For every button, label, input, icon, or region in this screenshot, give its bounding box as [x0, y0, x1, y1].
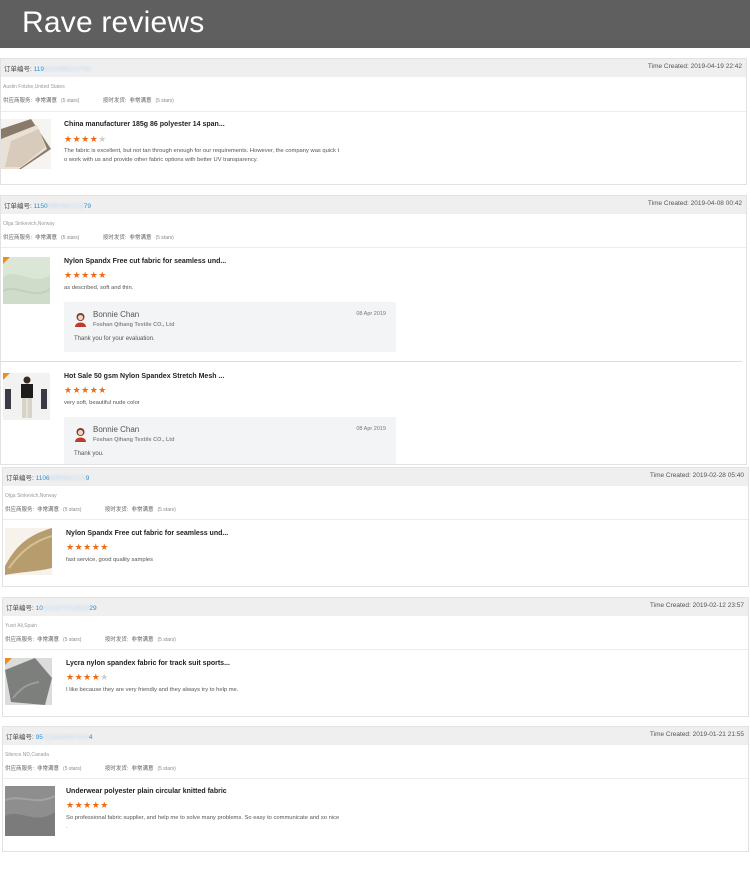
- rating-summary: 供应商服务: 非常满意 (5 stars) 按时发货: 非常满意 (5 stars): [3, 98, 174, 104]
- reply-author: Bonnie Chan: [93, 310, 140, 319]
- product-title-link[interactable]: Nylon Spandx Free cut fabric for seamles…: [66, 530, 228, 537]
- order-header: 订单编号: 110689808810289 Time Created: 2019…: [3, 468, 748, 486]
- review-text: as described, soft and thin.: [64, 285, 134, 291]
- page-title: Rave reviews: [22, 6, 205, 39]
- product-thumbnail[interactable]: [5, 786, 55, 836]
- buyer-name: Austin Fritzke,United States: [3, 84, 65, 90]
- rating-summary: 供应商服务: 非常满意 (5 stars) 按时发货: 非常满意 (5 stars): [5, 507, 176, 513]
- review-text: I like because they are very friendly an…: [66, 687, 239, 693]
- review-card: 订单编号: 9511186438578164 Time Created: 201…: [2, 726, 749, 852]
- product-thumbnail[interactable]: [1, 119, 51, 169]
- rating-summary: 供应商服务: 非常满意 (5 stars) 按时发货: 非常满意 (5 stars): [5, 637, 176, 643]
- rating-summary: 供应商服务: 非常满意 (5 stars) 按时发货: 非常满意 (5 stars): [3, 235, 174, 241]
- page-banner: Rave reviews: [0, 0, 750, 48]
- fabric-image-icon: [5, 786, 55, 836]
- time-created: Time Created: 2019-01-21 21:55: [649, 731, 744, 738]
- time-created: Time Created: 2019-04-08 00:42: [647, 200, 742, 207]
- order-number: 订单编号: 110689808810289: [6, 475, 90, 482]
- reply-date: 08 Apr 2019: [356, 426, 386, 432]
- order-number: 订单编号: 9511186438578164: [6, 734, 93, 741]
- fabric-image-icon: [5, 528, 52, 575]
- review-text: very soft, beautiful nude color: [64, 400, 140, 406]
- order-header: 订单编号: 1150898088102879 Time Created: 201…: [1, 196, 746, 214]
- buyer-name: Silence ND,Canada: [5, 752, 49, 758]
- order-id-link[interactable]: 10114187201853429: [36, 605, 97, 612]
- order-id-link[interactable]: 1150898088102879: [34, 203, 91, 210]
- review-text: So professional fabric supplier, and hel…: [66, 815, 340, 830]
- order-number: 订单编号: 10114187201853429: [6, 605, 97, 612]
- product-title-link[interactable]: Hot Sale 50 gsm Nylon Spandex Stretch Me…: [64, 373, 224, 380]
- model-image-icon: [3, 373, 50, 420]
- review-card: 订单编号: 1198013986112788 Time Created: 201…: [0, 58, 747, 185]
- review-card: 订单编号: 10114187201853429 Time Created: 20…: [2, 597, 749, 717]
- product-title-link[interactable]: Underwear polyester plain circular knitt…: [66, 788, 227, 795]
- product-thumbnail[interactable]: [3, 257, 50, 304]
- seller-reply: Bonnie Chan Foshan Qihang Textile CO., L…: [64, 417, 396, 464]
- seller-reply: Bonnie Chan Foshan Qihang Textile CO., L…: [64, 302, 396, 352]
- rating-summary: 供应商服务: 非常满意 (5 stars) 按时发货: 非常满意 (5 stars): [5, 766, 176, 772]
- buyer-name: Olga Sinkevich,Norway: [5, 493, 57, 499]
- review-card: 订单编号: 1150898088102879 Time Created: 201…: [0, 195, 747, 465]
- time-created: Time Created: 2019-04-19 22:42: [647, 63, 742, 70]
- order-header: 订单编号: 10114187201853429 Time Created: 20…: [3, 598, 748, 616]
- product-thumbnail[interactable]: [3, 373, 50, 420]
- order-number: 订单编号: 1150898088102879: [4, 203, 91, 210]
- reply-date: 08 Apr 2019: [356, 311, 386, 317]
- order-number: 订单编号: 1198013986112788: [4, 66, 91, 73]
- star-rating: ★★★★★: [64, 270, 107, 280]
- review-text: fast service, good quality samples: [66, 557, 153, 563]
- product-thumbnail[interactable]: [5, 658, 52, 705]
- star-rating: ★★★★★: [66, 672, 109, 682]
- product-title-link[interactable]: China manufacturer 185g 86 polyester 14 …: [64, 121, 225, 128]
- order-id-link[interactable]: 110689808810289: [36, 475, 90, 482]
- avatar: [75, 428, 86, 442]
- order-id-link[interactable]: 1198013986112788: [34, 66, 91, 73]
- buyer-name: Olga Sinkevich,Norway: [3, 221, 55, 227]
- fabric-image-icon: [5, 658, 52, 705]
- star-rating: ★★★★★: [66, 800, 109, 810]
- reply-company: Foshan Qihang Textile CO., Ltd: [93, 322, 175, 328]
- review-text: The fabric is excellent, but not tan thr…: [64, 148, 340, 163]
- time-created: Time Created: 2019-02-28 05:40: [649, 472, 744, 479]
- product-thumbnail[interactable]: [5, 528, 52, 575]
- order-header: 订单编号: 1198013986112788 Time Created: 201…: [1, 59, 746, 77]
- star-rating: ★★★★★: [64, 385, 107, 395]
- reply-company: Foshan Qihang Textile CO., Ltd: [93, 437, 175, 443]
- order-id-link[interactable]: 9511186438578164: [36, 734, 93, 741]
- reply-text: Thank you.: [74, 451, 104, 457]
- star-rating: ★★★★★: [64, 134, 107, 144]
- time-created: Time Created: 2019-02-12 23:57: [649, 602, 744, 609]
- product-title-link[interactable]: Lycra nylon spandex fabric for track sui…: [66, 660, 230, 667]
- buyer-name: Yusri Ali,Spain: [5, 623, 37, 629]
- product-title-link[interactable]: Nylon Spandx Free cut fabric for seamles…: [64, 258, 226, 265]
- reply-author: Bonnie Chan: [93, 425, 140, 434]
- fabric-image-icon: [1, 119, 51, 169]
- avatar: [75, 313, 86, 327]
- order-header: 订单编号: 9511186438578164 Time Created: 201…: [3, 727, 748, 745]
- review-card: 订单编号: 110689808810289 Time Created: 2019…: [2, 467, 749, 587]
- star-rating: ★★★★★: [66, 542, 109, 552]
- fabric-image-icon: [3, 257, 50, 304]
- reply-text: Thank you for your evaluation.: [74, 336, 155, 342]
